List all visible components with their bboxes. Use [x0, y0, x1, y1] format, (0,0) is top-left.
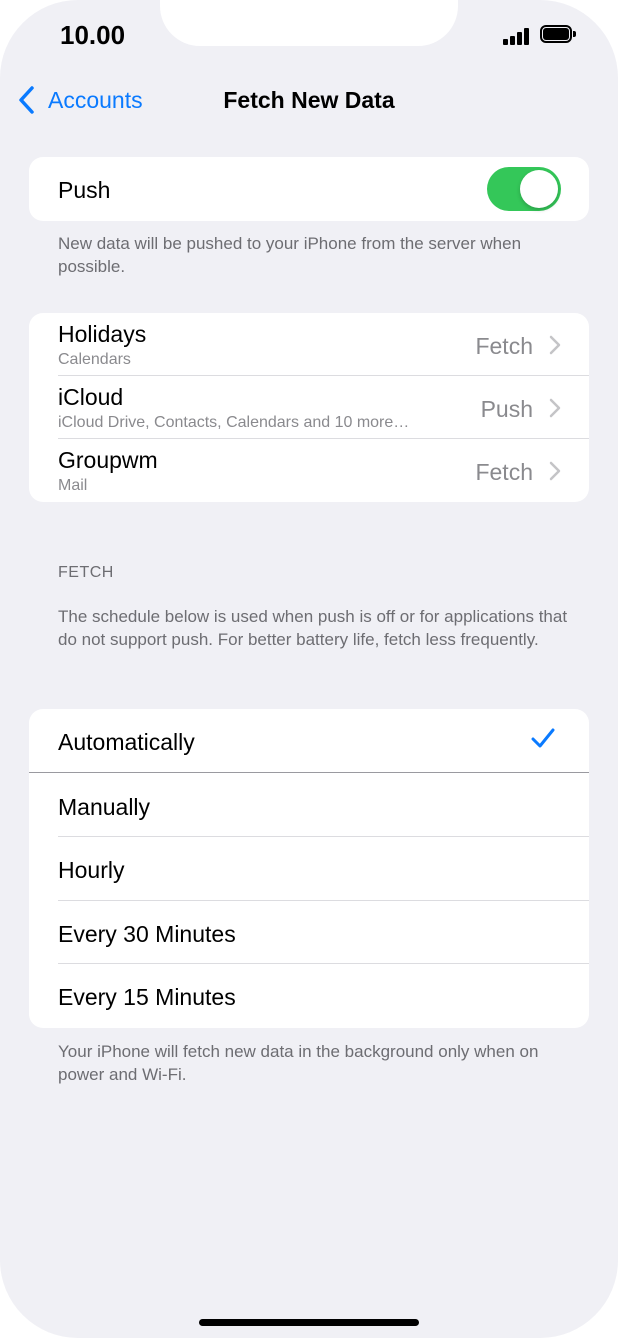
- account-name: Groupwm: [58, 447, 158, 473]
- fetch-option-label: Every 30 Minutes: [58, 921, 236, 947]
- home-indicator[interactable]: [199, 1319, 419, 1326]
- push-footnote: New data will be pushed to your iPhone f…: [58, 234, 522, 276]
- battery-icon: [540, 25, 578, 45]
- notch: [160, 0, 458, 46]
- status-time: 10.00: [60, 20, 126, 50]
- fetch-option-every-15-minutes[interactable]: Every 15 Minutes: [29, 964, 589, 1028]
- status-bar: 10.00: [0, 0, 618, 70]
- push-label: Push: [58, 177, 111, 203]
- account-detail: Calendars: [58, 351, 131, 368]
- fetch-option-label: Automatically: [58, 729, 195, 755]
- fetch-option-label: Every 15 Minutes: [58, 984, 236, 1010]
- chevron-right-icon: [549, 398, 561, 418]
- account-name: Holidays: [58, 321, 147, 347]
- fetch-option-label: Manually: [58, 794, 151, 820]
- fetch-option-label: Hourly: [58, 857, 125, 883]
- account-row-groupwm[interactable]: Groupwm Mail Fetch: [29, 439, 589, 502]
- accounts-group: Holidays Calendars Fetch iCloud iCloud D…: [29, 313, 589, 502]
- fetch-option-hourly[interactable]: Hourly: [29, 837, 589, 901]
- checkmark-icon: [531, 728, 555, 748]
- navigation-bar: Accounts Fetch New Data: [0, 75, 618, 125]
- account-detail: Mail: [58, 477, 88, 494]
- fetch-section-header: FETCH: [58, 564, 114, 581]
- account-fetch-mode: Fetch: [475, 333, 533, 359]
- fetch-schedule-group: Automatically Manually Hourly Every 30 M…: [29, 709, 589, 1028]
- push-group: Push: [29, 157, 589, 221]
- fetch-option-automatically[interactable]: Automatically: [29, 709, 589, 773]
- fetch-option-manually[interactable]: Manually: [29, 773, 589, 837]
- toggle-knob: [520, 170, 558, 208]
- account-fetch-mode: Push: [480, 396, 533, 422]
- account-row-holidays[interactable]: Holidays Calendars Fetch: [29, 313, 589, 376]
- fetch-option-every-30-minutes[interactable]: Every 30 Minutes: [29, 901, 589, 964]
- phone-screen: 10.00 Accounts Fetch New Data Push New d…: [0, 0, 618, 1338]
- push-row: Push: [29, 157, 589, 221]
- page-title: Fetch New Data: [223, 87, 395, 113]
- account-detail: iCloud Drive, Contacts, Calendars and 10…: [58, 414, 410, 431]
- cellular-signal-icon: [503, 27, 533, 45]
- chevron-right-icon: [549, 335, 561, 355]
- account-fetch-mode: Fetch: [475, 459, 533, 485]
- push-toggle[interactable]: [487, 167, 561, 211]
- fetch-footnote: Your iPhone will fetch new data in the b…: [58, 1042, 539, 1084]
- fetch-description: The schedule below is used when push is …: [58, 607, 568, 649]
- account-row-icloud[interactable]: iCloud iCloud Drive, Contacts, Calendars…: [29, 376, 589, 439]
- account-name: iCloud: [58, 384, 124, 410]
- chevron-right-icon: [549, 461, 561, 481]
